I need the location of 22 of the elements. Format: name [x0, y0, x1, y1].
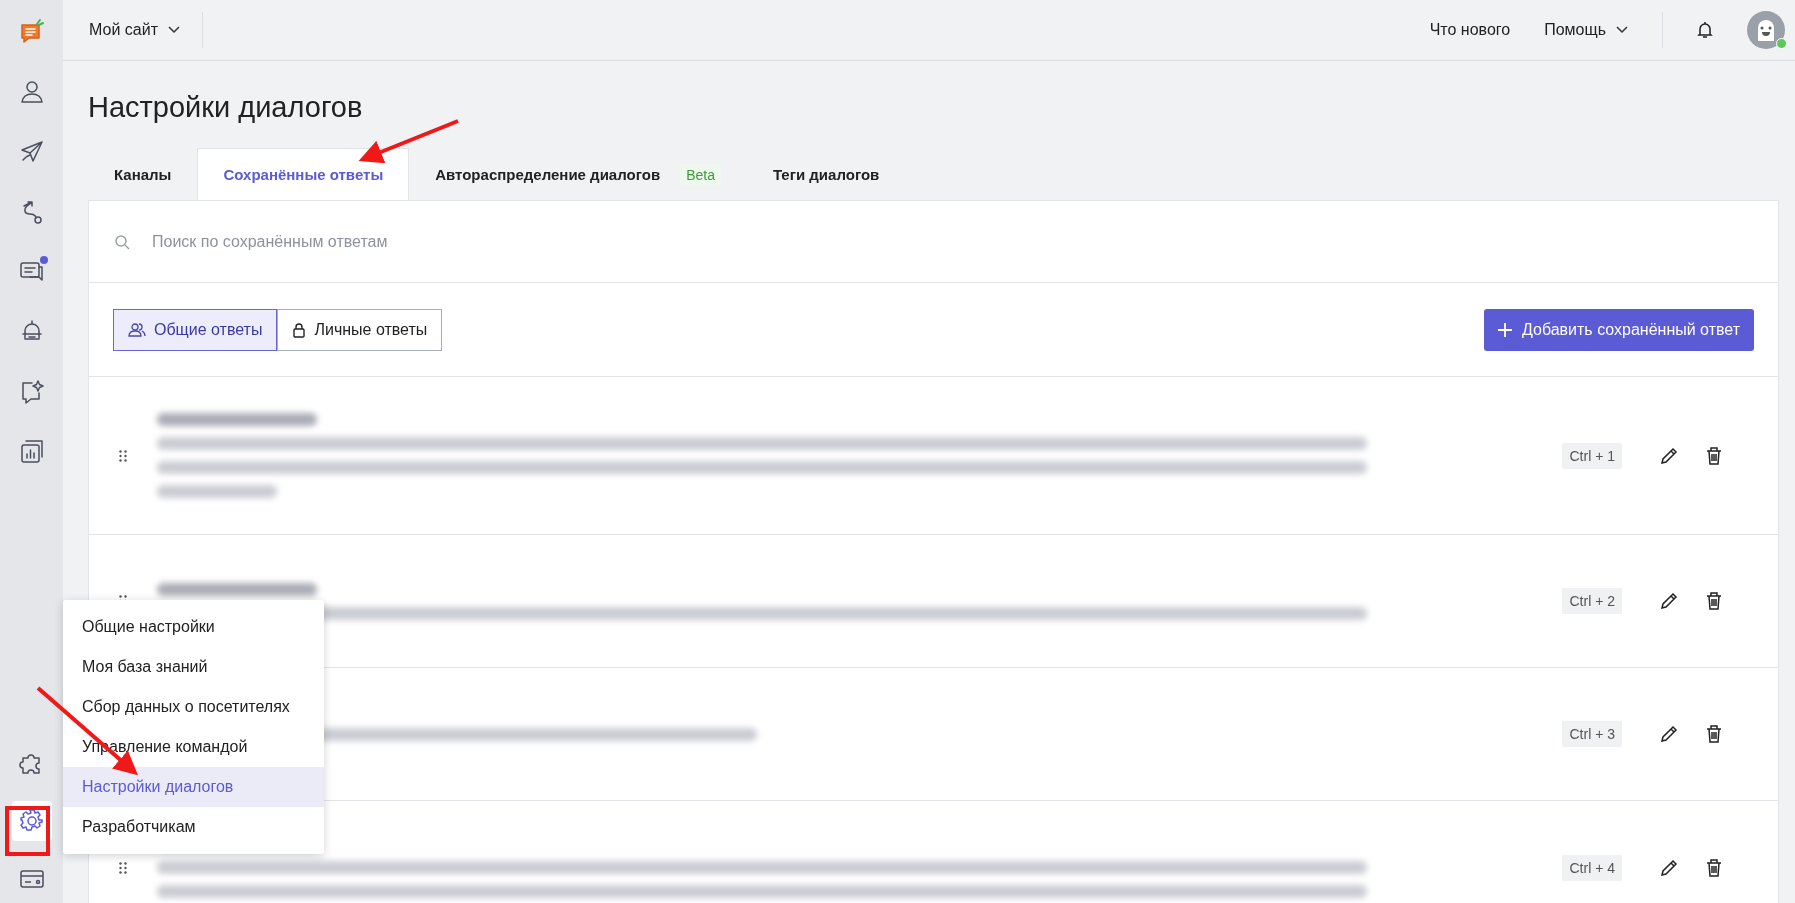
- page-title: Настройки диалогов: [88, 91, 364, 124]
- menu-item[interactable]: Общие настройки: [63, 607, 324, 647]
- tab[interactable]: Сохранённые ответы: [197, 148, 410, 200]
- shortcut-badge: Ctrl + 2: [1562, 588, 1622, 614]
- shortcut-badge: Ctrl + 3: [1562, 721, 1622, 747]
- filter-toggle[interactable]: Личные ответы: [277, 308, 443, 351]
- menu-item[interactable]: Сбор данных о посетителях: [63, 687, 324, 727]
- tab[interactable]: Теги диалогов: [746, 148, 906, 200]
- shortcut-badge: Ctrl + 4: [1562, 854, 1622, 881]
- menu-item[interactable]: Моя база знаний: [63, 647, 324, 687]
- topbar-link[interactable]: Помощь: [1544, 21, 1628, 39]
- menu-item[interactable]: Настройки диалогов: [63, 767, 324, 807]
- shortcut-badge: Ctrl + 1: [1562, 442, 1622, 469]
- topbar-link[interactable]: Что нового: [1429, 21, 1511, 39]
- add-answer-button[interactable]: Добавить сохранённый ответ: [1483, 308, 1754, 351]
- search-field[interactable]: Поиск по сохранённым ответам: [150, 231, 1753, 252]
- beta-badge: Beta: [680, 163, 721, 186]
- tab[interactable]: Автораспределение диалогов Beta: [409, 148, 747, 200]
- menu-item[interactable]: Разработчикам: [63, 807, 324, 847]
- site-selector[interactable]: Мой сайт: [89, 21, 180, 39]
- tab[interactable]: Каналы: [88, 148, 198, 200]
- filter-toggle[interactable]: Общие ответы: [113, 308, 278, 351]
